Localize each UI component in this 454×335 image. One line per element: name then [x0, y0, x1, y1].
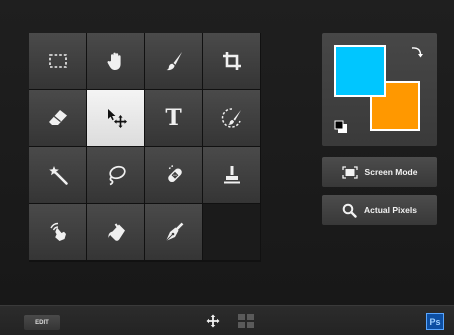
edit-button[interactable]: EDIT — [24, 315, 60, 330]
screen-mode-label: Screen Mode — [364, 167, 418, 177]
quick-selection-tool[interactable] — [203, 90, 260, 146]
bottom-toolbar: EDIT Ps — [0, 305, 454, 335]
screen-mode-button[interactable]: Screen Mode — [322, 157, 437, 187]
magic-wand-icon — [48, 166, 68, 185]
pen-tool[interactable] — [145, 204, 202, 260]
workspace: T Screen Mode Actual Pixels — [0, 0, 454, 305]
smudge-finger-icon — [49, 222, 66, 241]
move-tool[interactable] — [87, 90, 144, 146]
brush-icon — [166, 52, 182, 71]
swap-colors-icon[interactable] — [410, 45, 424, 59]
eraser-icon — [48, 110, 67, 125]
type-tool[interactable]: T — [145, 90, 202, 146]
rectangular-marquee-icon — [48, 54, 67, 68]
move-arrows-icon[interactable] — [206, 314, 220, 328]
lasso-icon — [108, 165, 126, 186]
screen-mode-icon — [341, 165, 358, 179]
color-panel — [322, 33, 437, 146]
tool-palette: T — [29, 33, 261, 262]
brush-tool[interactable] — [145, 33, 202, 89]
photoshop-logo[interactable]: Ps — [426, 313, 444, 330]
paint-bucket-icon — [107, 223, 125, 241]
paint-bucket-tool[interactable] — [87, 204, 144, 260]
healing-brush-tool[interactable] — [145, 147, 202, 203]
actual-pixels-button[interactable]: Actual Pixels — [322, 195, 437, 225]
crop-icon — [222, 52, 241, 70]
hand-tool[interactable] — [87, 33, 144, 89]
actual-pixels-label: Actual Pixels — [364, 205, 417, 215]
empty-slot — [203, 204, 260, 260]
magic-wand-tool[interactable] — [29, 147, 86, 203]
default-colors-icon[interactable] — [334, 120, 348, 134]
foreground-color-swatch[interactable] — [334, 45, 386, 97]
quick-selection-icon — [221, 108, 241, 128]
marquee-tool[interactable] — [29, 33, 86, 89]
hand-icon — [106, 52, 121, 70]
pen-nib-icon — [165, 222, 183, 242]
type-icon: T — [165, 105, 182, 131]
healing-bandage-icon — [167, 165, 182, 183]
crop-tool[interactable] — [203, 33, 260, 89]
move-icon — [107, 109, 127, 128]
lasso-tool[interactable] — [87, 147, 144, 203]
eraser-tool[interactable] — [29, 90, 86, 146]
magnifier-icon — [342, 203, 357, 218]
stamp-icon — [223, 166, 240, 184]
smudge-tool[interactable] — [29, 204, 86, 260]
clone-stamp-tool[interactable] — [203, 147, 260, 203]
grid-view-icon[interactable] — [238, 314, 254, 328]
